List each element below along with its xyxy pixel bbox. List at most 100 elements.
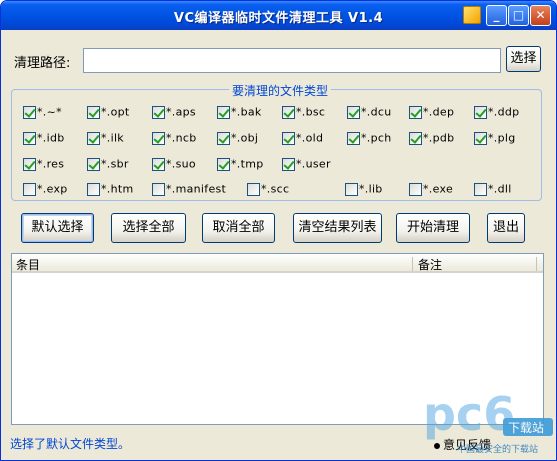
filetype-checkbox-bak[interactable]: *.bak [217,105,262,121]
column-separator[interactable] [536,257,537,271]
filetype-checkbox-lib[interactable]: *.lib [345,182,383,198]
checkbox-checked-icon[interactable] [87,105,100,119]
close-icon: ✕ [535,8,546,22]
path-input[interactable] [83,48,501,73]
filetype-label: *.idb [37,131,65,145]
app-window: VC编译器临时文件清理工具 V1.4 _ □ ✕ 清理路径: 选择 要清理的文件… [0,0,557,461]
filetype-checkbox-old[interactable]: *.old [282,131,323,147]
filetype-checkbox-pch[interactable]: *.pch [347,131,392,147]
checkbox-checked-icon[interactable] [217,157,230,171]
checkbox-unchecked-icon[interactable] [345,182,358,196]
filetype-label: *.obj [231,131,259,145]
checkbox-checked-icon[interactable] [409,105,422,119]
watermark-tag: 下载站 [508,421,544,435]
checkbox-unchecked-icon[interactable] [152,182,165,196]
checkbox-checked-icon[interactable] [87,157,100,171]
filetype-label: *.ddp [488,105,520,119]
checkbox-checked-icon[interactable] [474,105,487,119]
filetype-label: *.old [296,131,324,145]
column-header-item[interactable]: 条目 [16,256,40,273]
checkbox-checked-icon[interactable] [217,131,230,145]
filetype-group-title: 要清理的文件类型 [229,82,332,99]
checkbox-unchecked-icon[interactable] [474,182,487,196]
filetype-label: *.bsc [296,105,326,119]
checkbox-checked-icon[interactable] [23,131,36,145]
minimize-icon: _ [493,8,500,22]
checkbox-unchecked-icon[interactable] [23,182,36,196]
start-clean-button[interactable]: 开始清理 [396,213,470,243]
filetype-label: *.tmp [231,157,264,171]
browse-button[interactable]: 选择 [506,46,541,72]
column-header-note[interactable]: 备注 [418,256,442,273]
filetype-checkbox-suo[interactable]: *.suo [152,157,196,173]
checkbox-unchecked-icon[interactable] [409,182,422,196]
filetype-checkbox-exe[interactable]: *.exe [409,182,453,198]
filetype-label: *.exe [423,182,454,196]
select-all-button[interactable]: 选择全部 [111,213,186,243]
filetype-checkbox-plg[interactable]: *.plg [474,131,516,147]
exit-button[interactable]: 退出 [487,213,525,243]
checkbox-checked-icon[interactable] [152,131,165,145]
close-button[interactable]: ✕ [530,5,551,26]
checkbox-checked-icon[interactable] [409,131,422,145]
filetype-label: *.lib [359,182,383,196]
filetype-checkbox-scc[interactable]: *.scc [247,182,289,198]
app-tray-icon[interactable] [463,6,481,24]
filetype-checkbox-idb[interactable]: *.idb [23,131,65,147]
filetype-checkbox-htm[interactable]: *.htm [87,182,134,198]
checkbox-checked-icon[interactable] [152,157,165,171]
checkbox-checked-icon[interactable] [282,105,295,119]
filetype-checkbox-bsc[interactable]: *.bsc [282,105,325,121]
filetype-label: *.pdb [423,131,455,145]
filetype-label: *.suo [166,157,196,171]
filetype-checkbox-dcu[interactable]: *.dcu [347,105,392,121]
filetype-checkbox-tilde[interactable]: *.~* [23,105,62,121]
checkbox-checked-icon[interactable] [23,157,36,171]
checkbox-checked-icon[interactable] [152,105,165,119]
checkbox-checked-icon[interactable] [282,157,295,171]
default-select-button[interactable]: 默认选择 [21,213,94,243]
filetype-checkbox-user[interactable]: *.user [282,157,331,173]
checkbox-checked-icon[interactable] [87,131,100,145]
filetype-checkbox-ncb[interactable]: *.ncb [152,131,197,147]
checkbox-unchecked-icon[interactable] [87,182,100,196]
filetype-checkbox-pdb[interactable]: *.pdb [409,131,454,147]
filetype-checkbox-sbr[interactable]: *.sbr [87,157,129,173]
filetype-label: *.dcu [361,105,392,119]
pc6-watermark: pc6 下载站 中国最安全的下载站 [423,387,553,455]
filetype-checkbox-ilk[interactable]: *.ilk [87,131,124,147]
column-separator[interactable] [412,257,413,271]
filetype-label: *.dep [423,105,455,119]
checkbox-checked-icon[interactable] [347,105,360,119]
filetype-label: *.manifest [166,182,227,196]
deselect-all-button[interactable]: 取消全部 [202,213,275,243]
checkbox-checked-icon[interactable] [282,131,295,145]
title-bar[interactable]: VC编译器临时文件清理工具 V1.4 _ □ ✕ [1,1,556,30]
results-list-header: 条目 备注 [12,254,543,273]
filetype-checkbox-opt[interactable]: *.opt [87,105,130,121]
maximize-button[interactable]: □ [508,5,529,26]
filetype-checkbox-tmp[interactable]: *.tmp [217,157,264,173]
filetype-label: *.scc [261,182,290,196]
filetype-checkbox-ddp[interactable]: *.ddp [474,105,519,121]
filetype-checkbox-manifest[interactable]: *.manifest [152,182,226,198]
filetype-checkbox-dep[interactable]: *.dep [409,105,454,121]
minimize-button[interactable]: _ [486,5,507,26]
filetype-label: *.dll [488,182,512,196]
checkbox-checked-icon[interactable] [23,105,36,119]
filetype-checkbox-exp[interactable]: *.exp [23,182,68,198]
clear-results-button[interactable]: 清空结果列表 [293,213,382,243]
filetype-checkbox-res[interactable]: *.res [23,157,64,173]
filetype-label: *.aps [166,105,196,119]
checkbox-unchecked-icon[interactable] [247,182,260,196]
filetype-label: *.sbr [101,157,129,171]
filetype-label: *.user [296,157,331,171]
checkbox-checked-icon[interactable] [347,131,360,145]
checkbox-checked-icon[interactable] [474,131,487,145]
filetype-checkbox-obj[interactable]: *.obj [217,131,258,147]
checkbox-checked-icon[interactable] [217,105,230,119]
filetype-label: *.pch [361,131,392,145]
filetype-checkbox-aps[interactable]: *.aps [152,105,196,121]
watermark-slogan: 中国最安全的下载站 [457,443,538,455]
filetype-checkbox-dll[interactable]: *.dll [474,182,512,198]
